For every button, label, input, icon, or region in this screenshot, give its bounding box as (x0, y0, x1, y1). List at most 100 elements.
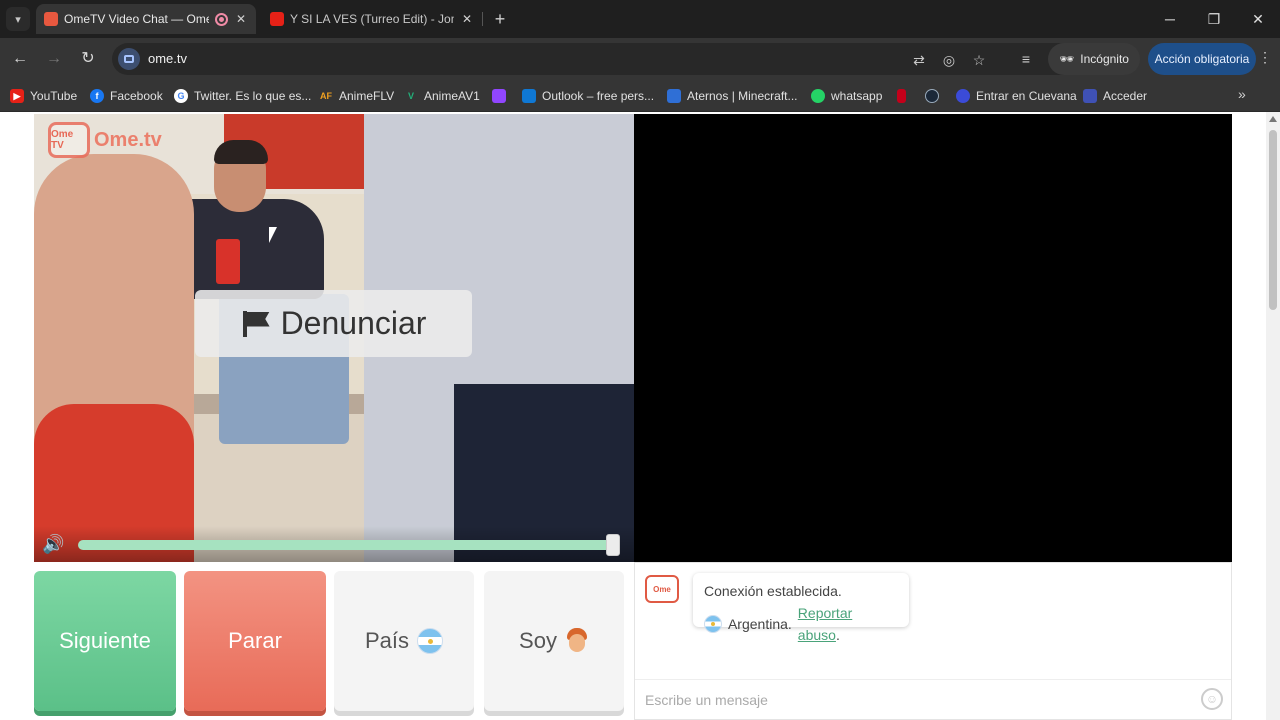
country-button[interactable]: País (334, 571, 474, 711)
chat-panel: Ome Conexión establecida. Argentina. Rep… (634, 562, 1232, 720)
cuevana-icon (956, 89, 970, 103)
bookmark-cuevana[interactable]: Entrar en Cuevana (956, 86, 1077, 106)
scroll-thumb[interactable] (1269, 130, 1277, 310)
system-message: Conexión establecida. Argentina. Reporta… (693, 573, 909, 643)
tab-title: Y SI LA VES (Turreo Edit) - Jona (290, 12, 454, 26)
minimize-button[interactable]: ─ (1148, 7, 1192, 31)
ometv-logo-icon: Ome TV (48, 122, 90, 158)
reading-list-icon[interactable]: ≡ (1016, 49, 1036, 69)
bookmark-twitter[interactable]: G Twitter. Es lo que es... (174, 86, 311, 106)
boy-icon (565, 628, 589, 654)
youtube-favicon-icon (270, 12, 284, 26)
eye-off-icon[interactable]: ◎ (940, 51, 958, 69)
address-bar[interactable]: ome.tv ⇄ ◎ ☆ (112, 43, 1132, 75)
country-row: Argentina. Reportar abuso. (704, 602, 898, 646)
incognito-icon: 🕶 (1059, 52, 1075, 66)
tab-youtube[interactable]: Y SI LA VES (Turreo Edit) - Jona ✕ (262, 4, 482, 34)
bookmark-youtube[interactable]: ▶ YouTube (10, 86, 77, 106)
tab-title: OmeTV Video Chat — Ome (64, 12, 209, 26)
bookmark-animeav1[interactable]: V AnimeAV1 (404, 86, 480, 106)
restore-button[interactable]: ❐ (1192, 7, 1236, 31)
ometv-favicon-icon (44, 12, 58, 26)
new-tab-button[interactable]: + (490, 8, 510, 30)
close-window-button[interactable]: ✕ (1236, 7, 1280, 31)
video-scene (216, 239, 240, 284)
ometv-logo-icon: Ome (645, 575, 679, 603)
tab-search-button[interactable]: ▾ (6, 7, 30, 31)
forward-button[interactable]: → (42, 47, 66, 71)
incognito-label: Incógnito (1080, 52, 1129, 66)
facebook-icon: f (90, 89, 104, 103)
tab-separator (482, 12, 483, 26)
volume-slider-handle[interactable] (606, 534, 620, 556)
bookmark-aternos[interactable]: Aternos | Minecraft... (667, 86, 798, 106)
mouse-cursor-icon (269, 227, 277, 243)
twitch-icon (492, 89, 506, 103)
outlook-icon (522, 89, 536, 103)
flag-icon (241, 309, 271, 339)
bookmark-whatsapp[interactable]: whatsapp (811, 86, 882, 106)
next-button[interactable]: Siguiente (34, 571, 176, 711)
country-label: País (364, 628, 410, 653)
bookmark-steam[interactable] (925, 86, 939, 106)
reload-button[interactable]: ↻ (76, 47, 100, 71)
browser-toolbar: ← → ↻ ome.tv ⇄ ◎ ☆ ≡ 🕶 Incógnito Acción … (0, 38, 1280, 80)
ometv-watermark: Ome TV Ome.tv (48, 122, 162, 158)
volume-slider[interactable] (78, 540, 618, 550)
acceder-icon (1083, 89, 1097, 103)
recording-icon (215, 12, 228, 26)
report-abuse-link[interactable]: Reportar abuso (798, 605, 852, 643)
aternos-icon (667, 89, 681, 103)
star-icon[interactable]: ☆ (970, 51, 988, 69)
translate-icon[interactable]: ⇄ (910, 51, 928, 69)
page-scrollbar[interactable] (1266, 112, 1280, 720)
soy-label: Soy (519, 628, 557, 653)
menu-icon[interactable]: ⋮ (1258, 49, 1272, 69)
chevron-right-icon[interactable]: » (1238, 86, 1246, 102)
report-label: Denunciar (280, 305, 427, 341)
youtube-icon: ▶ (10, 89, 24, 103)
google-icon: G (174, 89, 188, 103)
bookmark-outlook[interactable]: Outlook – free pers... (522, 86, 654, 106)
close-tab-icon[interactable]: ✕ (234, 12, 248, 26)
close-tab-icon[interactable]: ✕ (460, 12, 474, 26)
animeflv-icon: AF (320, 91, 332, 101)
stop-label: Parar (228, 628, 282, 653)
scroll-up-icon[interactable] (1269, 116, 1277, 122)
argentina-flag-icon (704, 615, 722, 633)
report-button[interactable]: Denunciar (195, 290, 472, 357)
bookmark-facebook[interactable]: f Facebook (90, 86, 163, 106)
message-input[interactable]: Escribe un mensaje ☺ (635, 679, 1231, 719)
ometv-page: Ome TV Ome.tv Denunciar 🔊 Siguiente Para… (0, 112, 1280, 720)
bookmarks-bar: ▶ YouTube f Facebook G Twitter. Es lo que e… (0, 80, 1280, 112)
emoji-icon[interactable]: ☺ (1201, 688, 1223, 710)
bookmark-red[interactable] (897, 86, 906, 106)
action-required-label: Acción obligatoria (1154, 52, 1250, 66)
stranger-video: Ome TV Ome.tv Denunciar 🔊 (34, 114, 634, 562)
connection-text: Conexión establecida. (704, 583, 842, 599)
argentina-flag-icon (417, 628, 444, 654)
bookmark-twitch[interactable] (492, 86, 506, 106)
bookmark-acceder[interactable]: Acceder (1083, 86, 1147, 106)
logo-text: Ome.tv (94, 128, 162, 151)
back-button[interactable]: ← (8, 47, 32, 71)
url-text: ome.tv (148, 51, 188, 66)
animeav1-icon: V (407, 91, 414, 101)
red-bookmark-icon (897, 89, 906, 103)
whatsapp-icon (811, 89, 825, 103)
site-info-icon[interactable] (118, 48, 140, 70)
stop-button[interactable]: Parar (184, 571, 326, 711)
volume-bar: 🔊 (34, 526, 634, 562)
speaker-icon[interactable]: 🔊 (42, 534, 70, 554)
country-text: Argentina. (727, 616, 792, 632)
gender-button[interactable]: Soy (484, 571, 624, 711)
action-required-button[interactable]: Acción obligatoria (1148, 43, 1256, 75)
tab-strip: ▾ OmeTV Video Chat — Ome ✕ Y SI LA VES (… (0, 0, 1280, 38)
video-scene (214, 140, 268, 164)
bookmark-animeflv[interactable]: AF AnimeFLV (319, 86, 394, 106)
steam-icon (925, 89, 939, 103)
message-placeholder: Escribe un mensaje (645, 691, 768, 708)
incognito-badge[interactable]: 🕶 Incógnito (1048, 43, 1140, 75)
self-video (634, 114, 1232, 562)
tab-ometv[interactable]: OmeTV Video Chat — Ome ✕ (36, 4, 256, 34)
